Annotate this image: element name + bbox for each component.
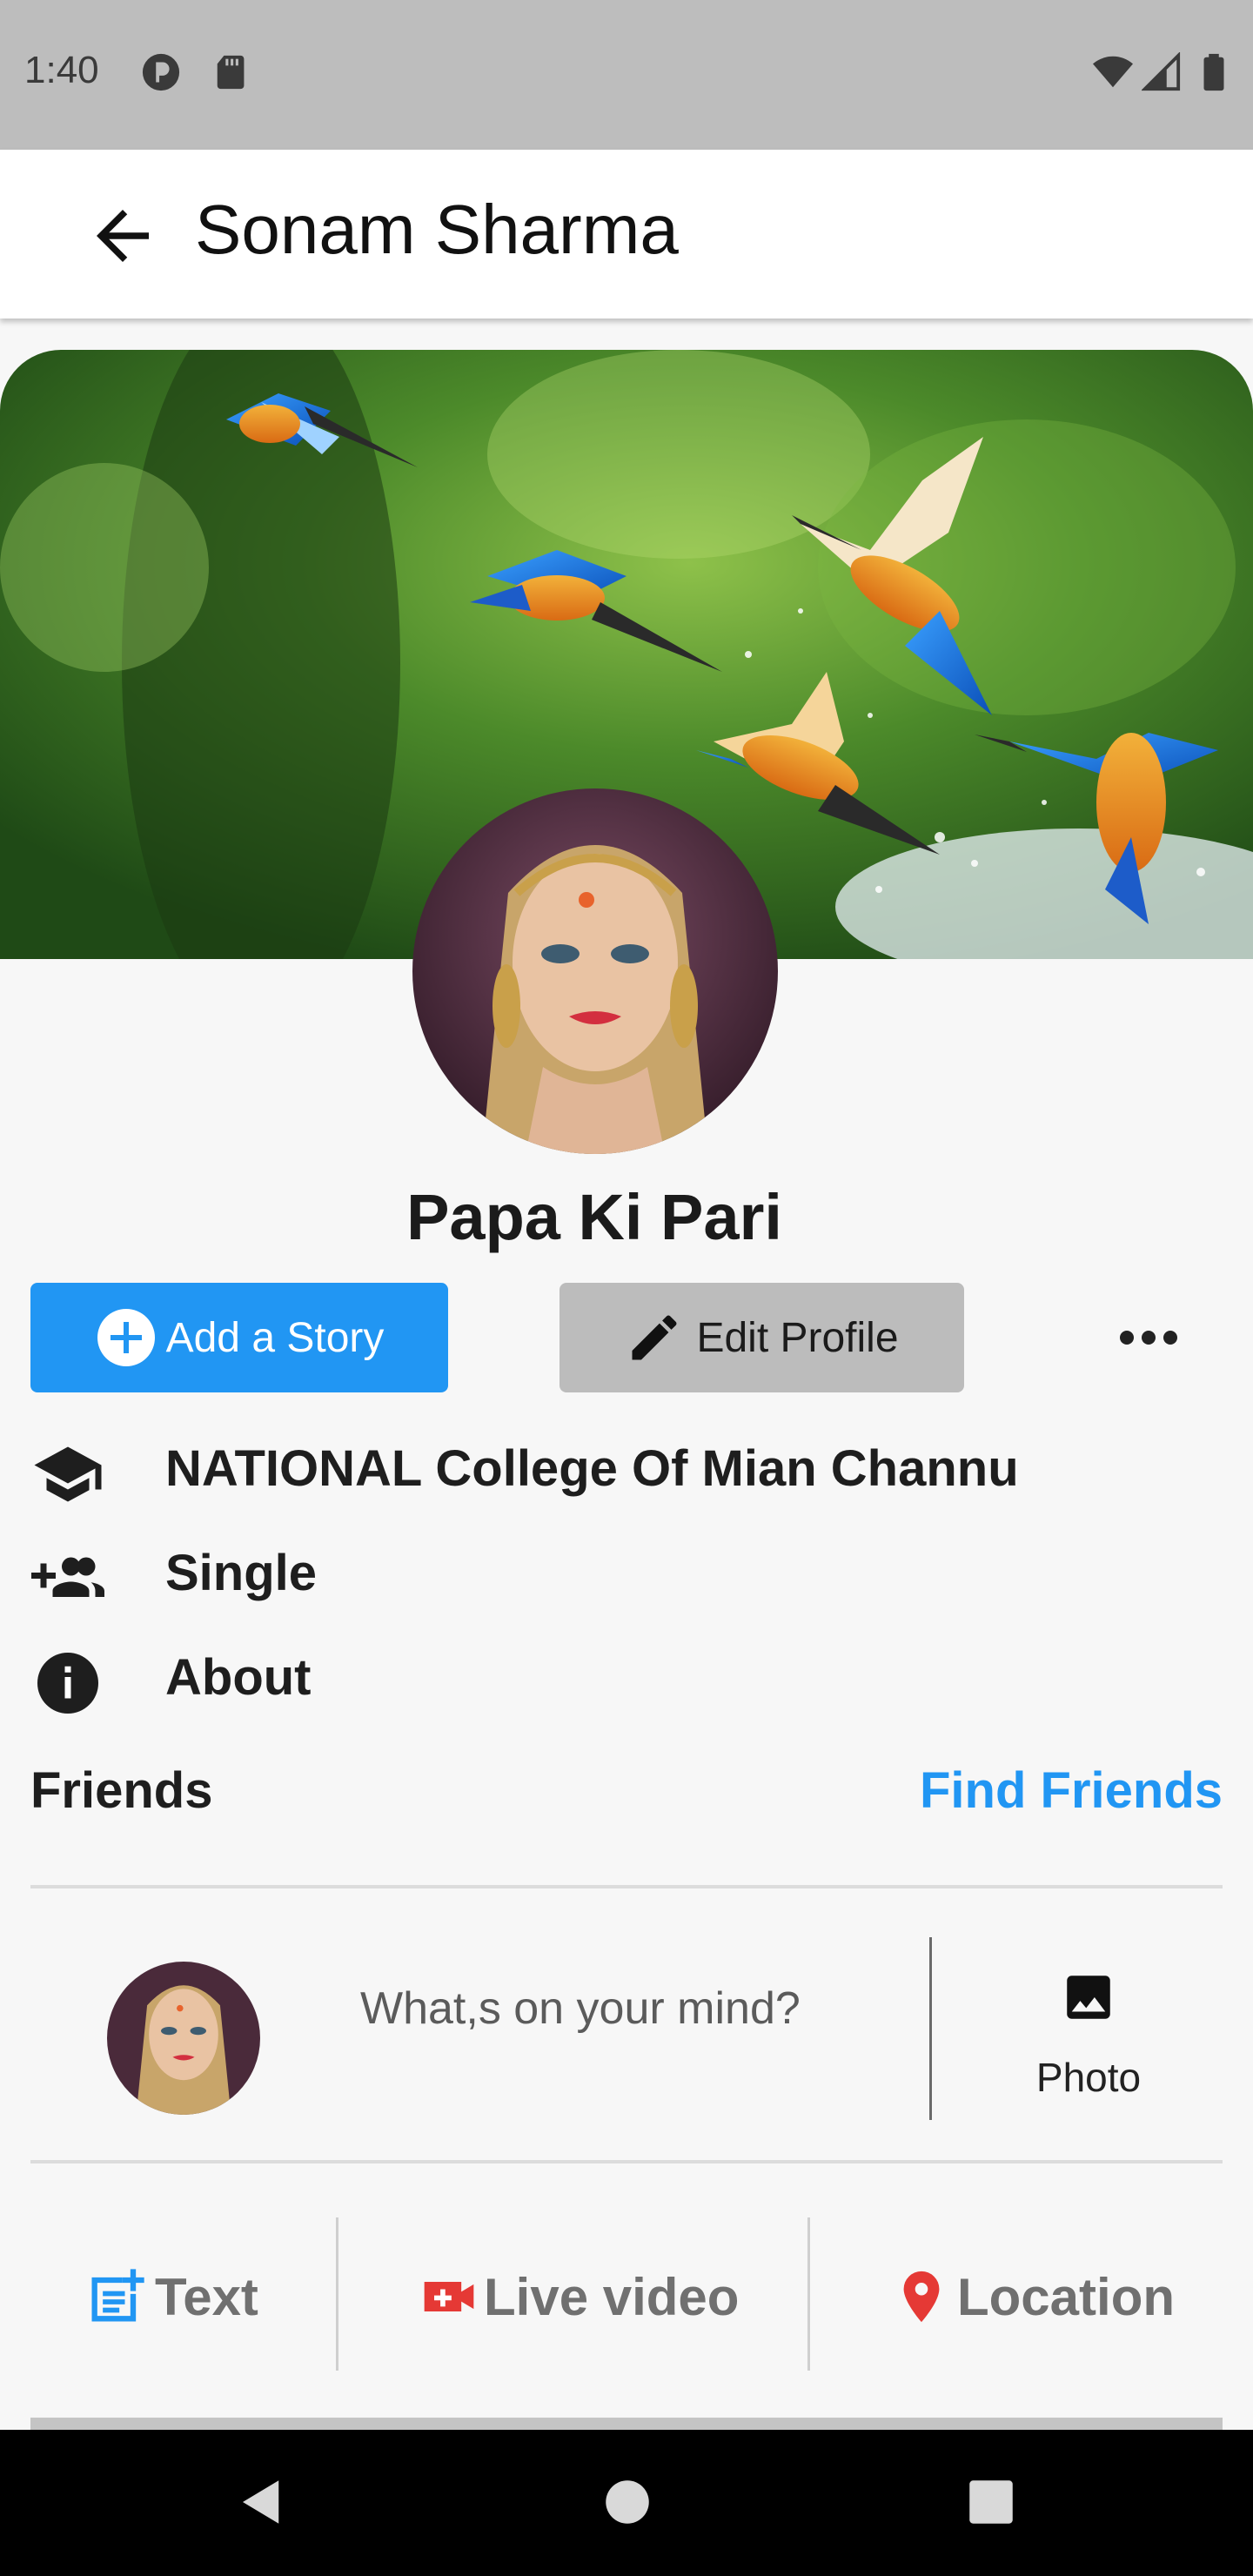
add-circle-icon <box>97 1309 155 1366</box>
whats-on-your-mind-input[interactable]: What,s on your mind? <box>360 1982 801 2035</box>
location-button[interactable]: Location <box>891 2257 1175 2336</box>
location-label: Location <box>957 2267 1175 2326</box>
edit-profile-label: Edit Profile <box>696 1314 899 1361</box>
status-time: 1:40 <box>24 49 99 91</box>
composer-avatar <box>107 1962 260 2115</box>
back-arrow-icon[interactable] <box>84 197 162 275</box>
note-add-icon <box>91 2269 144 2322</box>
text-post-label: Text <box>155 2267 258 2326</box>
pencil-icon <box>632 1315 677 1360</box>
education-text: NATIONAL College Of Mian Channu <box>165 1440 1019 1497</box>
nav-home-icon[interactable] <box>599 2473 656 2531</box>
section-divider <box>30 2418 1223 2430</box>
text-post-button[interactable]: Text <box>84 2257 258 2336</box>
photo-icon[interactable] <box>1060 1969 1117 2026</box>
system-navigation-bar <box>0 2430 1253 2576</box>
vertical-separator <box>929 1937 932 2120</box>
add-story-button[interactable]: Add a Story <box>30 1283 448 1392</box>
sd-card-icon <box>217 55 245 90</box>
nav-back-icon[interactable] <box>233 2473 291 2531</box>
app-bar: Sonam Sharma <box>0 150 1253 319</box>
edit-profile-button[interactable]: Edit Profile <box>559 1283 964 1392</box>
friends-heading: Friends <box>30 1762 213 1819</box>
about-link[interactable]: About <box>165 1648 312 1707</box>
vertical-separator <box>807 2217 810 2371</box>
profile-name: Papa Ki Pari <box>406 1181 782 1253</box>
page-title: Sonam Sharma <box>195 191 679 268</box>
nav-recents-icon[interactable] <box>962 2473 1020 2531</box>
add-story-label: Add a Story <box>165 1314 385 1361</box>
sync-icon <box>142 53 180 91</box>
battery-icon <box>1203 53 1224 91</box>
divider <box>30 1885 1223 1888</box>
more-options-icon[interactable] <box>1105 1305 1192 1370</box>
video-camera-icon <box>424 2282 474 2311</box>
relationship-text: Single <box>165 1545 318 1601</box>
divider <box>30 2160 1223 2163</box>
find-friends-link[interactable]: Find Friends <box>920 1761 1223 1820</box>
wifi-icon <box>1093 56 1133 88</box>
cell-signal-icon <box>1142 52 1181 91</box>
add-people-icon <box>31 1557 104 1597</box>
photo-button-label[interactable]: Photo <box>992 2054 1185 2101</box>
live-video-button[interactable]: Live video <box>419 2257 739 2336</box>
profile-avatar[interactable] <box>412 788 778 1154</box>
school-icon <box>34 1446 102 1502</box>
avatar-portrait <box>412 788 778 1154</box>
live-video-label: Live video <box>484 2267 740 2326</box>
status-bar: 1:40 <box>0 0 1253 150</box>
location-pin-icon <box>903 2271 940 2323</box>
avatar-portrait-small <box>107 1962 260 2115</box>
info-icon[interactable] <box>31 1647 104 1720</box>
vertical-separator <box>336 2217 338 2371</box>
